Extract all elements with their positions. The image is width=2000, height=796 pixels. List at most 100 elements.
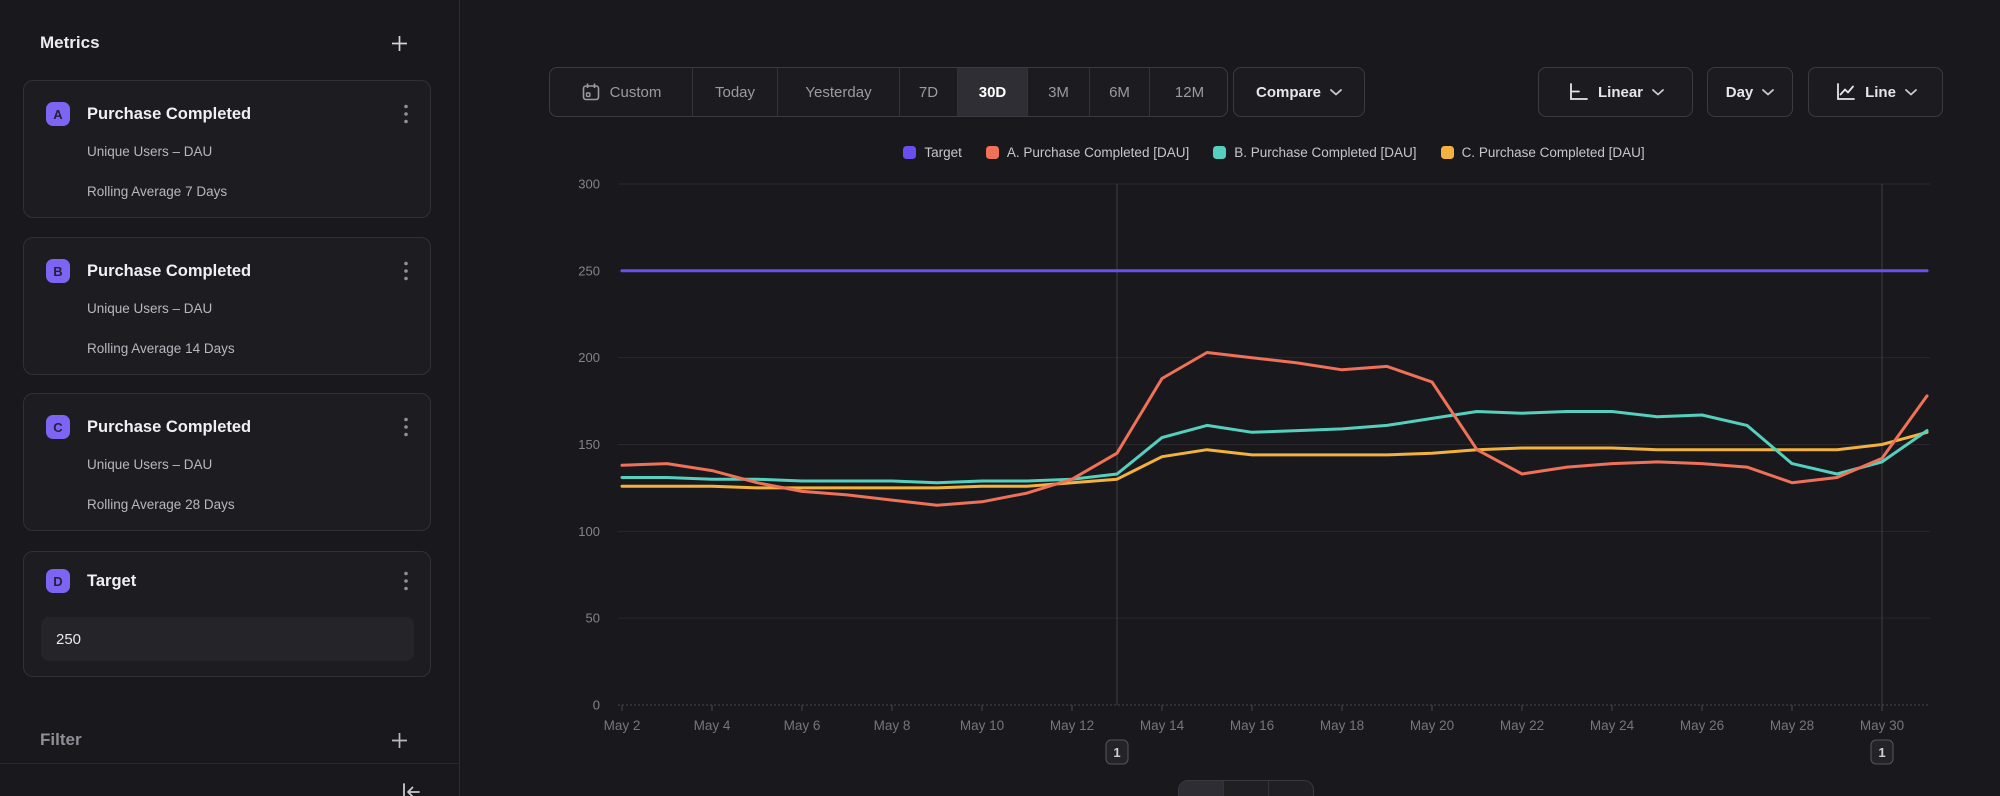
- chart-size-switcher: [1178, 780, 1314, 796]
- x-axis-label: May 4: [694, 718, 731, 733]
- range-6m[interactable]: 6M: [1090, 68, 1150, 116]
- range-label: 30D: [979, 84, 1007, 101]
- filter-title: Filter: [40, 730, 82, 750]
- range-label: 12M: [1175, 84, 1204, 101]
- y-axis-label: 200: [578, 350, 600, 365]
- add-filter-button[interactable]: [387, 728, 411, 752]
- annotation-badge[interactable]: 1: [1106, 740, 1128, 764]
- legend-item-a[interactable]: A. Purchase Completed [DAU]: [986, 145, 1189, 160]
- metrics-header: Metrics: [40, 30, 411, 56]
- legend-swatch-target: [903, 146, 916, 159]
- metric-card-a-header: A Purchase Completed: [46, 102, 416, 126]
- target-value-input[interactable]: [41, 617, 414, 661]
- compare-button[interactable]: Compare: [1233, 67, 1365, 117]
- x-axis-label: May 14: [1140, 718, 1185, 733]
- metric-menu-button[interactable]: [396, 415, 416, 439]
- legend-swatch-a: [986, 146, 999, 159]
- chart-size-medium-button[interactable]: [1224, 781, 1269, 796]
- range-custom[interactable]: Custom: [550, 68, 693, 116]
- legend-swatch-b: [1213, 146, 1226, 159]
- annotation-badge[interactable]: 1: [1871, 740, 1893, 764]
- chart-type-label: Line: [1865, 84, 1896, 101]
- range-7d[interactable]: 7D: [900, 68, 958, 116]
- x-axis-label: May 22: [1500, 718, 1544, 733]
- legend-item-target[interactable]: Target: [903, 145, 962, 160]
- chart-size-large-button[interactable]: [1179, 781, 1224, 796]
- collapse-sidebar-icon: [400, 783, 422, 796]
- chevron-down-icon: [1330, 89, 1342, 96]
- scale-dropdown[interactable]: Linear: [1538, 67, 1693, 117]
- granularity-dropdown[interactable]: Day: [1707, 67, 1793, 117]
- x-axis-label: May 6: [784, 718, 821, 733]
- range-label: Custom: [610, 84, 662, 101]
- app-root: Metrics A Purchase Completed Unique User…: [0, 0, 2000, 796]
- metric-menu-button[interactable]: [396, 102, 416, 126]
- metric-card-c-header: C Purchase Completed: [46, 415, 416, 439]
- x-axis-label: May 24: [1590, 718, 1635, 733]
- legend-item-b[interactable]: B. Purchase Completed [DAU]: [1213, 145, 1416, 160]
- x-axis-label: May 2: [604, 718, 641, 733]
- sidebar-divider: [0, 763, 459, 764]
- plus-icon: [390, 731, 409, 750]
- metric-card-a[interactable]: A Purchase Completed Unique Users – DAU …: [23, 80, 431, 218]
- calendar-icon: [581, 82, 601, 102]
- legend-label: A. Purchase Completed [DAU]: [1007, 145, 1189, 160]
- y-axis-label: 250: [578, 263, 600, 278]
- metric-subtitle: Unique Users – DAU: [87, 301, 212, 316]
- linear-scale-icon: [1567, 82, 1589, 102]
- x-axis-label: May 26: [1680, 718, 1724, 733]
- metric-menu-button[interactable]: [396, 259, 416, 283]
- y-axis-label: 300: [578, 177, 600, 192]
- metric-rolling-average: Rolling Average 7 Days: [87, 184, 227, 199]
- y-axis-label: 50: [586, 611, 600, 626]
- y-axis-label: 150: [578, 437, 600, 452]
- range-today[interactable]: Today: [693, 68, 778, 116]
- legend-item-c[interactable]: C. Purchase Completed [DAU]: [1441, 145, 1645, 160]
- metric-rolling-average: Rolling Average 28 Days: [87, 497, 235, 512]
- range-30d[interactable]: 30D: [958, 68, 1028, 116]
- granularity-label: Day: [1726, 84, 1754, 101]
- chart-legend: Target A. Purchase Completed [DAU] B. Pu…: [618, 143, 1930, 161]
- metric-badge-d: D: [46, 569, 70, 593]
- target-card[interactable]: D Target: [23, 551, 431, 677]
- metric-subtitle: Unique Users – DAU: [87, 457, 212, 472]
- kebab-icon: [404, 261, 408, 281]
- chart-size-small-button[interactable]: [1269, 781, 1313, 796]
- line-chart: 0 50 100 150 200 250 300 May 2 May 4 May 6 May 8 Ma…: [560, 130, 2000, 796]
- x-axis-label: May 20: [1410, 718, 1454, 733]
- metric-card-c[interactable]: C Purchase Completed Unique Users – DAU …: [23, 393, 431, 531]
- plus-icon: [390, 34, 409, 53]
- metrics-title: Metrics: [40, 33, 100, 53]
- compare-label: Compare: [1256, 84, 1321, 101]
- range-label: 7D: [919, 84, 938, 101]
- range-yesterday[interactable]: Yesterday: [778, 68, 900, 116]
- metric-badge-a: A: [46, 102, 70, 126]
- range-12m[interactable]: 12M: [1150, 68, 1228, 116]
- chevron-down-icon: [1762, 89, 1774, 96]
- metric-title: Purchase Completed: [87, 105, 396, 124]
- metric-badge-b: B: [46, 259, 70, 283]
- collapse-sidebar-button[interactable]: [400, 783, 422, 796]
- chevron-down-icon: [1652, 89, 1664, 96]
- x-axis-label: May 8: [874, 718, 911, 733]
- metric-rolling-average: Rolling Average 14 Days: [87, 341, 235, 356]
- filter-header: Filter: [40, 727, 411, 753]
- metric-card-b[interactable]: B Purchase Completed Unique Users – DAU …: [23, 237, 431, 375]
- metric-title: Purchase Completed: [87, 418, 396, 437]
- target-title: Target: [87, 572, 396, 591]
- range-3m[interactable]: 3M: [1028, 68, 1090, 116]
- metric-card-b-header: B Purchase Completed: [46, 259, 416, 283]
- legend-label: Target: [924, 145, 962, 160]
- svg-text:1: 1: [1113, 745, 1120, 760]
- date-range-group: Custom Today Yesterday 7D 30D 3M 6M 12M: [549, 67, 1228, 117]
- y-axis-label: 100: [578, 524, 600, 539]
- range-label: Today: [715, 84, 755, 101]
- legend-label: B. Purchase Completed [DAU]: [1234, 145, 1416, 160]
- x-axis-label: May 18: [1320, 718, 1364, 733]
- y-axis-label: 0: [593, 698, 600, 713]
- chart-type-dropdown[interactable]: Line: [1808, 67, 1943, 117]
- add-metric-button[interactable]: [387, 31, 411, 55]
- x-axis-label: May 30: [1860, 718, 1904, 733]
- x-axis-label: May 10: [960, 718, 1004, 733]
- metric-menu-button[interactable]: [396, 569, 416, 593]
